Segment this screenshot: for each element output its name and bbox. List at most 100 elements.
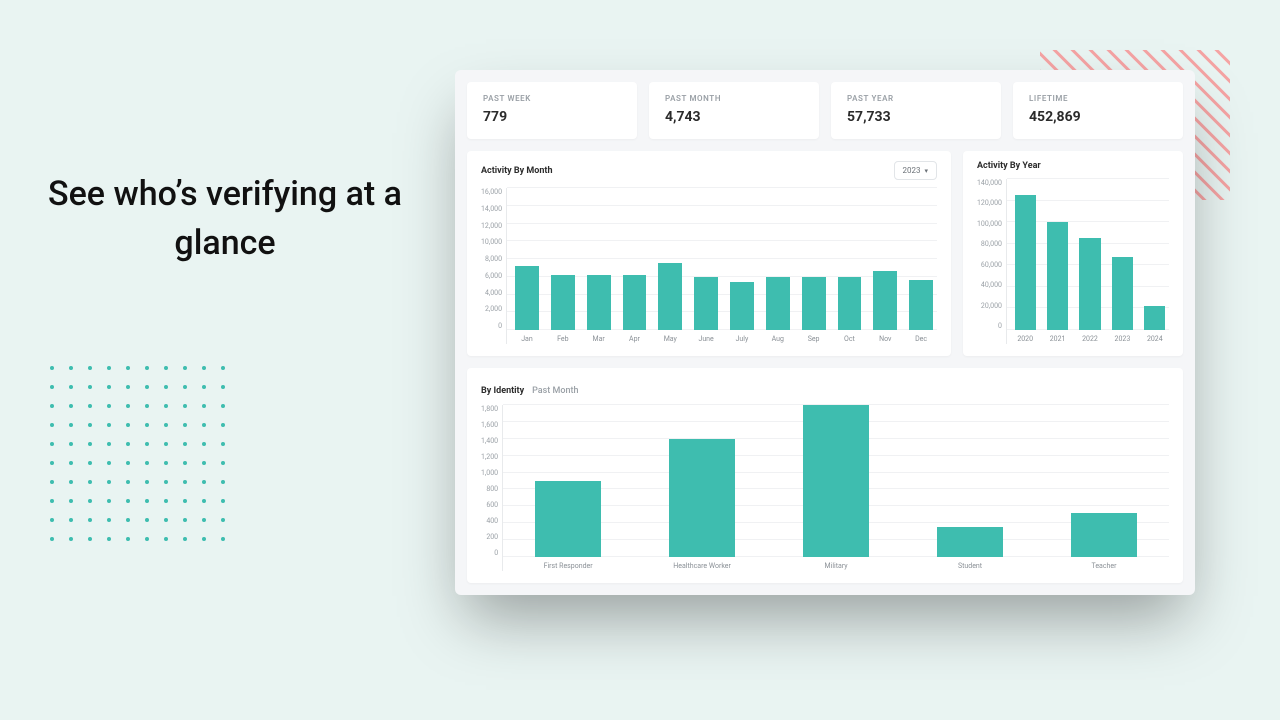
bar-column: Healthcare Worker — [647, 405, 757, 557]
x-tick-label: Student — [958, 562, 982, 570]
month-chart: 0 2,000 4,000 6,000 8,000 10,000 12,000 14,000 1… — [481, 188, 937, 344]
y-tick-label: 0 — [481, 549, 498, 557]
x-tick-label: First Responder — [544, 562, 593, 570]
y-tick-label: 600 — [481, 501, 498, 509]
y-tick-label: 8,000 — [481, 255, 502, 263]
bar-column: Student — [915, 405, 1025, 557]
bar — [1079, 238, 1100, 330]
y-tick-label: 60,000 — [977, 261, 1002, 269]
bar — [658, 263, 682, 330]
y-tick-label: 1,000 — [481, 469, 498, 477]
y-tick-label: 120,000 — [977, 199, 1002, 207]
bar-column: May — [654, 188, 686, 330]
x-tick-label: Oct — [844, 335, 855, 343]
stat-card: PAST WEEK779 — [467, 82, 637, 139]
stat-card: LIFETIME452,869 — [1013, 82, 1183, 139]
bar-column: Apr — [619, 188, 651, 330]
x-tick-label: Mar — [592, 335, 604, 343]
x-tick-label: Healthcare Worker — [673, 562, 731, 570]
y-tick-label: 1,200 — [481, 453, 498, 461]
plot-area: 20202021202220232024 — [1006, 179, 1169, 344]
x-tick-label: 2021 — [1050, 335, 1066, 343]
y-tick-label: 140,000 — [977, 179, 1002, 187]
stats-row: PAST WEEK779PAST MONTH4,743PAST YEAR57,7… — [467, 82, 1183, 139]
bar-column: Oct — [834, 188, 866, 330]
y-tick-label: 16,000 — [481, 188, 502, 196]
bar — [1015, 195, 1036, 330]
bar — [909, 280, 933, 330]
bar-column: 2020 — [1011, 179, 1039, 330]
bar — [803, 405, 869, 557]
x-tick-label: 2020 — [1017, 335, 1033, 343]
bar — [1112, 257, 1133, 330]
bar — [1071, 513, 1137, 557]
y-tick-label: 200 — [481, 533, 498, 541]
year-chart: 020,00040,00060,00080,000100,000120,0001… — [977, 179, 1169, 344]
x-tick-label: Aug — [772, 335, 784, 343]
y-tick-label: 0 — [481, 322, 502, 330]
bar — [515, 266, 539, 330]
y-tick-label: 0 — [977, 322, 1002, 330]
bar-column: 2021 — [1043, 179, 1071, 330]
x-tick-label: June — [698, 335, 713, 343]
bar-column: Dec — [905, 188, 937, 330]
y-tick-label: 1,800 — [481, 405, 498, 413]
bar — [1144, 306, 1165, 330]
card-title-wrap: By Identity Past Month — [481, 378, 579, 397]
plot-area: First ResponderHealthcare WorkerMilitary… — [502, 405, 1169, 571]
y-tick-label: 10,000 — [481, 238, 502, 246]
page-headline: See who’s verifying at a glance — [40, 170, 410, 269]
x-tick-label: July — [736, 335, 749, 343]
x-tick-label: Military — [825, 562, 848, 570]
bar-column: July — [726, 188, 758, 330]
x-tick-label: 2022 — [1082, 335, 1098, 343]
stat-value: 452,869 — [1029, 109, 1167, 125]
bar-column: 2024 — [1141, 179, 1169, 330]
bar-column: Nov — [869, 188, 901, 330]
bar-column: First Responder — [513, 405, 623, 557]
bar-column: Aug — [762, 188, 794, 330]
y-tick-label: 12,000 — [481, 222, 502, 230]
y-tick-label: 6,000 — [481, 272, 502, 280]
bar-column: Sep — [798, 188, 830, 330]
x-tick-label: Jan — [521, 335, 533, 343]
y-tick-label: 2,000 — [481, 305, 502, 313]
card-title: Activity By Month — [481, 166, 553, 176]
x-tick-label: May — [664, 335, 677, 343]
y-axis: 0 2,000 4,000 6,000 8,000 10,000 12,000 14,000 1… — [481, 188, 506, 344]
x-tick-label: Teacher — [1092, 562, 1117, 570]
y-tick-label: 4,000 — [481, 289, 502, 297]
card-subtitle: Past Month — [532, 386, 578, 396]
bar-column: 2023 — [1108, 179, 1136, 330]
identity-chart: 02004006008001,0001,2001,4001,6001,800Fi… — [481, 405, 1169, 571]
bar-column: 2022 — [1076, 179, 1104, 330]
y-tick-label: 400 — [481, 517, 498, 525]
year-select[interactable]: 2023 ▾ — [894, 161, 938, 180]
y-tick-label: 14,000 — [481, 205, 502, 213]
dashboard-panel: PAST WEEK779PAST MONTH4,743PAST YEAR57,7… — [455, 70, 1195, 595]
x-tick-label: 2023 — [1115, 335, 1131, 343]
bar — [551, 275, 575, 330]
bar — [669, 439, 735, 557]
stat-label: PAST MONTH — [665, 94, 803, 103]
bar-column: Teacher — [1049, 405, 1159, 557]
stat-label: PAST YEAR — [847, 94, 985, 103]
bar — [623, 275, 647, 330]
y-tick-label: 40,000 — [977, 281, 1002, 289]
by-identity-card: By Identity Past Month 02004006008001,00… — [467, 368, 1183, 583]
bar — [802, 277, 826, 330]
bar — [766, 277, 790, 330]
x-tick-label: Sep — [808, 335, 820, 343]
stat-card: PAST MONTH4,743 — [649, 82, 819, 139]
x-tick-label: Dec — [915, 335, 927, 343]
x-tick-label: Feb — [557, 335, 568, 343]
y-axis: 020,00040,00060,00080,000100,000120,0001… — [977, 179, 1006, 344]
plot-area: JanFebMarAprMayJuneJulyAugSepOctNovDec — [506, 188, 937, 344]
card-title: By Identity — [481, 386, 524, 396]
chevron-down-icon: ▾ — [924, 167, 928, 175]
stat-card: PAST YEAR57,733 — [831, 82, 1001, 139]
bar-column: Feb — [547, 188, 579, 330]
bar — [838, 277, 862, 330]
bar — [1047, 222, 1068, 330]
bar — [694, 277, 718, 330]
